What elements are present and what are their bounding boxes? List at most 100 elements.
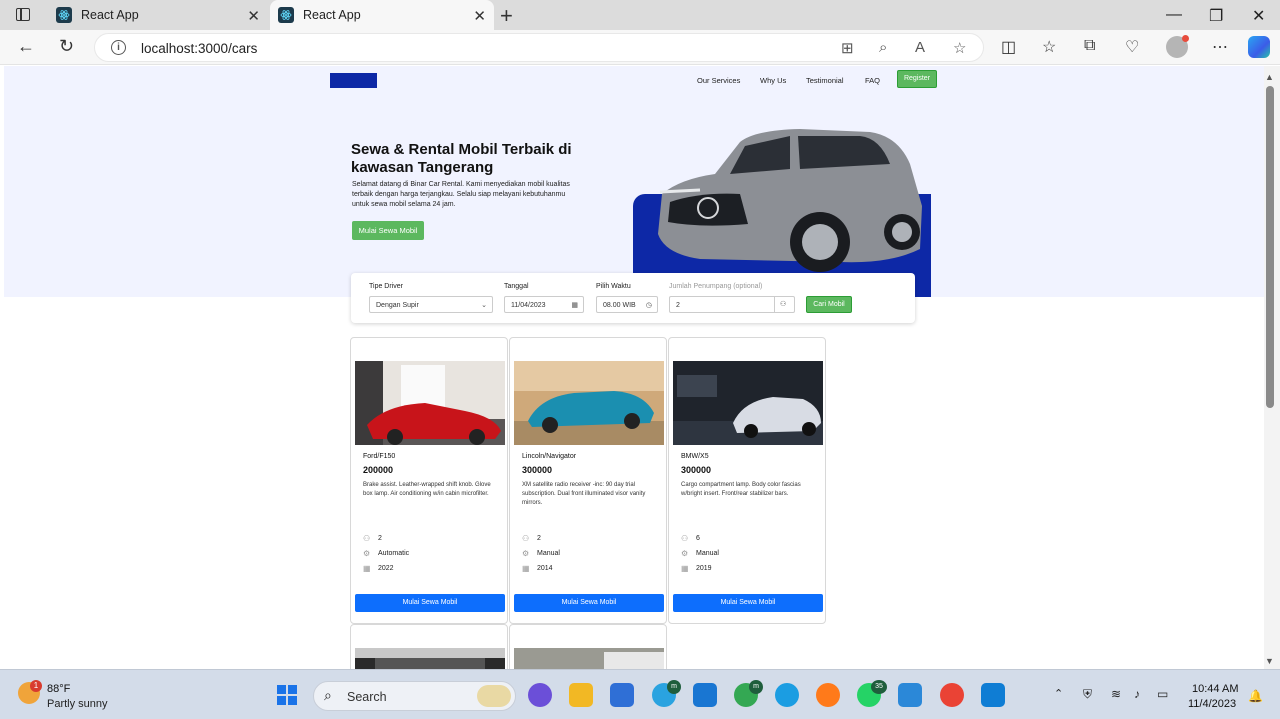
collections-icon[interactable]: ⧉: [1084, 37, 1095, 55]
register-button[interactable]: Register: [897, 70, 937, 88]
address-bar[interactable]: i localhost:3000/cars ⊞ ⌕ A ☆: [94, 33, 984, 62]
read-aloud-icon[interactable]: A: [915, 39, 925, 56]
car-photo: [673, 361, 823, 445]
hero-car-image: [658, 129, 922, 272]
react-icon: [278, 7, 294, 23]
store-icon[interactable]: [610, 683, 634, 707]
scroll-up-icon[interactable]: ▲: [1265, 72, 1274, 82]
car-price: 300000: [522, 465, 553, 475]
app-available-icon[interactable]: ⊞: [841, 39, 854, 57]
time-label: Pilih Waktu: [596, 283, 631, 290]
rent-car-button[interactable]: Mulai Sewa Mobil: [514, 594, 664, 612]
car-name: BMW/X5: [681, 453, 709, 460]
chevron-up-icon[interactable]: ⌃: [1054, 687, 1063, 700]
car-name: Ford/F150: [363, 453, 396, 460]
date-input[interactable]: 11/04/2023 ▦: [504, 296, 584, 313]
firefox-icon[interactable]: [816, 683, 840, 707]
notepad-icon[interactable]: [898, 683, 922, 707]
rent-car-button[interactable]: Mulai Sewa Mobil: [355, 594, 505, 612]
start-icon[interactable]: [277, 685, 297, 705]
url-text[interactable]: localhost:3000/cars: [141, 41, 257, 56]
car-photo: [514, 648, 664, 669]
search-cars-button[interactable]: Cari Mobil: [806, 296, 852, 313]
car-card: Ford/F150 200000 Brake assist. Leather-w…: [350, 337, 508, 624]
weather-condition[interactable]: Partly sunny: [47, 698, 108, 710]
volume-icon[interactable]: ♪: [1134, 687, 1140, 701]
date-label: Tanggal: [504, 283, 529, 290]
passengers-input[interactable]: 2 ⚇: [669, 296, 795, 313]
scroll-down-icon[interactable]: ▼: [1265, 656, 1274, 666]
copilot-icon[interactable]: [1248, 36, 1270, 58]
profile-avatar[interactable]: [1166, 35, 1189, 58]
back-icon[interactable]: ←: [17, 36, 35, 57]
temperature[interactable]: 88°F: [47, 683, 70, 695]
users-icon: ⚇: [363, 534, 371, 543]
wifi-icon[interactable]: ≋: [1111, 687, 1121, 701]
taskbar-search[interactable]: ⌕ Search: [313, 681, 516, 711]
driver-type-select[interactable]: Dengan Supir ⌄: [369, 296, 493, 313]
favorites-icon[interactable]: ☆: [1042, 37, 1056, 57]
car-description: Cargo compartment lamp. Body color fasci…: [681, 482, 801, 497]
car-card-partial: [509, 624, 667, 669]
nav-testimonial[interactable]: Testimonial: [806, 76, 844, 85]
new-tab-icon[interactable]: +: [500, 3, 513, 29]
nav-why-us[interactable]: Why Us: [760, 76, 786, 85]
more-menu-icon[interactable]: ⋯: [1212, 37, 1228, 57]
split-screen-icon[interactable]: ◫: [1001, 37, 1016, 57]
address-toolbar: ← ↻ i localhost:3000/cars ⊞ ⌕ A ☆ ◫ ☆ ⧉ …: [0, 30, 1280, 65]
calendar-icon: ▦: [522, 564, 530, 573]
weather-badge: 1: [30, 680, 42, 692]
car-name: Lincoln/Navigator: [522, 453, 577, 460]
browser-essentials-icon[interactable]: ♡: [1125, 37, 1139, 57]
chrome-profile-icon[interactable]: [940, 683, 964, 707]
clock-date[interactable]: 11/4/2023: [1188, 698, 1236, 710]
restore-icon[interactable]: ❐: [1209, 6, 1223, 26]
hero-cta-button[interactable]: Mulai Sewa Mobil: [352, 221, 424, 240]
search-card: Tipe Driver Dengan Supir ⌄ Tanggal 11/04…: [351, 273, 915, 323]
close-tab-icon[interactable]: ✕: [473, 7, 486, 25]
notification-bell-icon[interactable]: 🔔: [1248, 689, 1263, 703]
defender-icon[interactable]: ⛨: [1083, 687, 1092, 702]
car-card-partial: [350, 624, 508, 669]
zoom-icon[interactable]: ⌕: [879, 39, 887, 56]
rent-car-button[interactable]: Mulai Sewa Mobil: [673, 594, 823, 612]
nav-our-services[interactable]: Our Services: [697, 76, 740, 85]
tab-actions-icon[interactable]: [16, 8, 30, 21]
refresh-icon[interactable]: ↻: [59, 36, 74, 57]
users-icon: ⚇: [774, 297, 794, 312]
minimize-icon[interactable]: —: [1166, 6, 1182, 24]
scrollbar-thumb[interactable]: [1266, 86, 1274, 408]
nav-faq[interactable]: FAQ: [865, 76, 880, 85]
teams-meet-icon[interactable]: [528, 683, 552, 707]
browser-tab-2-active[interactable]: React App ✕: [270, 0, 494, 30]
edge-icon[interactable]: [775, 683, 799, 707]
passengers-label: Jumlah Penumpang (optional): [669, 283, 763, 290]
gear-icon: ⚙: [681, 549, 689, 558]
battery-icon[interactable]: ▭: [1157, 687, 1168, 701]
users-icon: ⚇: [681, 534, 689, 543]
tab-title: React App: [81, 8, 139, 22]
site-logo[interactable]: [330, 73, 377, 88]
telegram-badge: m: [667, 680, 681, 694]
car-capacity: ⚇ 2: [363, 534, 382, 543]
calendar-icon[interactable]: ▦: [571, 301, 578, 309]
page-viewport: Our Services Why Us Testimonial FAQ Regi…: [4, 66, 1264, 669]
mail-icon[interactable]: [693, 683, 717, 707]
calendar-icon: ▦: [681, 564, 689, 573]
car-year: ▦ 2022: [363, 564, 394, 573]
car-transmission: ⚙ Manual: [522, 549, 560, 558]
time-input[interactable]: 08.00 WIB ◷: [596, 296, 658, 313]
car-description: Brake assist. Leather-wrapped shift knob…: [363, 482, 491, 497]
car-photo: [355, 648, 505, 669]
car-photo: [355, 361, 505, 445]
clock-time[interactable]: 10:44 AM: [1192, 683, 1238, 695]
vscode-icon[interactable]: [981, 683, 1005, 707]
browser-tab-1[interactable]: React App ✕: [48, 0, 268, 30]
car-photo: [514, 361, 664, 445]
favorite-star-icon[interactable]: ☆: [953, 39, 966, 57]
info-icon[interactable]: i: [111, 40, 126, 55]
close-tab-icon[interactable]: ✕: [247, 7, 260, 25]
car-price: 200000: [363, 465, 394, 475]
close-window-icon[interactable]: ✕: [1252, 6, 1265, 26]
file-explorer-icon[interactable]: [569, 683, 593, 707]
